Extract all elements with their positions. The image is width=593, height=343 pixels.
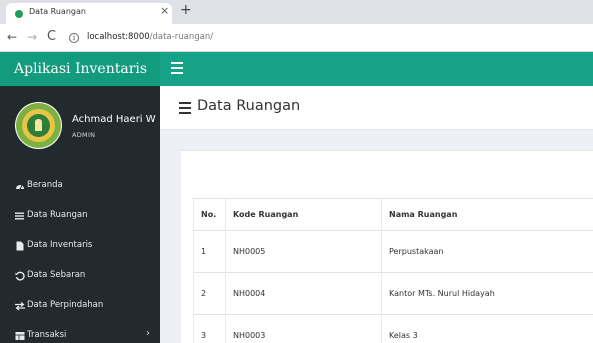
tab-close-icon[interactable]: × (160, 5, 169, 16)
table-cell-nama: Kantor MTs. Nurul Hidayah (381, 272, 593, 315)
table-row[interactable]: 3 NH0003 Kelas 3 (193, 314, 593, 343)
sidebar-item-data-perpindahan[interactable]: Data Perpindahan (0, 290, 160, 320)
column-header-kode[interactable]: Kode Ruangan (225, 198, 382, 231)
sidebar-item-beranda[interactable]: Beranda (0, 170, 160, 200)
sidebar-item-data-ruangan[interactable]: Data Ruangan (0, 200, 160, 230)
dashboard-icon (16, 185, 24, 190)
address-bar: ← → C i localhost:8000/data-ruangan/ (0, 24, 593, 52)
content-box: No. Kode Ruangan Nama Ruangan 1 NH0005 P… (181, 150, 593, 343)
table-icon (15, 332, 25, 340)
sidebar-item-label: Data Inventaris (27, 240, 93, 250)
table-cell-no: 3 (193, 314, 226, 343)
sidebar-item-transaksi[interactable]: Transaksi › (0, 320, 160, 343)
sidebar-item-data-sebaran[interactable]: Data Sebaran (0, 260, 160, 290)
table-cell-no: 2 (193, 272, 226, 315)
data-table: No. Kode Ruangan Nama Ruangan 1 NH0005 P… (193, 198, 593, 343)
url-field[interactable]: localhost:8000/data-ruangan/ (87, 32, 213, 42)
user-role: ADMIN (72, 131, 96, 139)
sidebar-item-data-inventaris[interactable]: Data Inventaris (0, 230, 160, 260)
user-panel: Achmad Haeri W ADMIN (0, 86, 160, 166)
page-title: Data Ruangan (197, 98, 301, 114)
table-row[interactable]: 2 NH0004 Kantor MTs. Nurul Hidayah (193, 272, 593, 315)
sidebar: Achmad Haeri W ADMIN Beranda Data Ruanga… (0, 86, 160, 343)
app-brand[interactable]: Aplikasi Inventaris (0, 52, 160, 86)
sidebar-menu: Beranda Data Ruangan Data Inventaris Dat… (0, 170, 160, 343)
column-header-nama[interactable]: Nama Ruangan (381, 198, 593, 231)
history-icon (15, 271, 25, 281)
table-row[interactable]: 1 NH0005 Perpustakaan (193, 230, 593, 273)
table-cell-nama: Perpustakaan (381, 230, 593, 273)
table-cell-no: 1 (193, 230, 226, 273)
page-header: Data Ruangan (160, 86, 593, 130)
table-cell-nama: Kelas 3 (381, 314, 593, 343)
sidebar-item-label: Data Perpindahan (27, 300, 104, 310)
reload-icon[interactable]: C (47, 30, 56, 43)
table-cell-kode: NH0003 (225, 314, 382, 343)
forward-arrow-icon[interactable]: → (27, 31, 37, 43)
table-cell-kode: NH0004 (225, 272, 382, 315)
sidebar-item-label: Data Sebaran (27, 270, 86, 280)
chevron-right-icon: › (146, 328, 150, 339)
list-icon (179, 102, 191, 114)
table-header-row: No. Kode Ruangan Nama Ruangan (193, 198, 593, 231)
user-name: Achmad Haeri W (72, 114, 156, 125)
list-icon (15, 212, 24, 220)
exchange-icon (15, 302, 25, 311)
url-path: /data-ruangan/ (149, 32, 214, 42)
url-host: localhost:8000 (87, 32, 150, 42)
tab-title: Data Ruangan (29, 7, 86, 16)
main-content: Data Ruangan No. Kode Ruangan Nama Ruang… (160, 86, 593, 343)
file-icon (16, 241, 24, 251)
browser-tab[interactable]: Data Ruangan × (6, 3, 172, 24)
sidebar-toggle-icon[interactable] (171, 62, 183, 74)
site-info-icon[interactable]: i (69, 33, 79, 43)
sidebar-item-label: Transaksi (27, 330, 67, 340)
favicon-icon (15, 10, 23, 18)
avatar (15, 102, 62, 149)
browser-tab-bar: Data Ruangan × + (0, 0, 593, 24)
table-cell-kode: NH0005 (225, 230, 382, 273)
column-header-no[interactable]: No. (193, 198, 226, 231)
back-arrow-icon[interactable]: ← (7, 31, 17, 43)
top-navbar (160, 52, 593, 86)
new-tab-button[interactable]: + (180, 3, 192, 17)
sidebar-item-label: Beranda (27, 180, 63, 190)
sidebar-item-label: Data Ruangan (27, 210, 88, 220)
